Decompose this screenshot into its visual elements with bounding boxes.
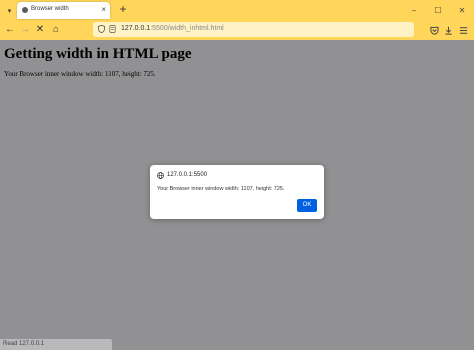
menu-icon[interactable] xyxy=(457,24,469,36)
new-tab-button[interactable]: + xyxy=(116,1,130,17)
alert-dialog: 127.0.0.1:5500 Your Browser inner window… xyxy=(150,165,324,219)
tab-title: Browser width xyxy=(31,6,69,12)
maximize-button[interactable]: ☐ xyxy=(426,0,450,21)
status-bar: Read 127.0.0.1 xyxy=(0,339,112,350)
stop-button[interactable]: ✕ xyxy=(33,22,47,38)
url-bar[interactable]: 127.0.0.1:5500/width_inhtml.html xyxy=(93,22,414,37)
download-icon[interactable] xyxy=(442,24,454,36)
page-info-icon[interactable] xyxy=(109,25,116,33)
dialog-message: Your Browser inner window width: 1107, h… xyxy=(157,186,285,192)
pocket-icon[interactable] xyxy=(428,24,440,36)
globe-icon xyxy=(157,172,164,179)
page-heading: Getting width in HTML page xyxy=(4,46,192,62)
ok-button[interactable]: OK xyxy=(297,199,317,212)
url-host: 127.0.0.1 xyxy=(121,25,151,32)
tab-browser-width[interactable]: Browser width × xyxy=(17,2,110,19)
tab-close-icon[interactable]: × xyxy=(101,5,106,15)
title-bar: ▾ Browser width × + – ☐ ✕ xyxy=(0,0,474,21)
url-text: 127.0.0.1:5500/width_inhtml.html xyxy=(121,25,224,32)
page-text: Your Browser inner window width: 1107, h… xyxy=(4,70,156,78)
close-window-button[interactable]: ✕ xyxy=(450,0,474,21)
url-path: :5500/width_inhtml.html xyxy=(150,25,224,32)
page-favicon-icon xyxy=(22,7,28,13)
shield-icon[interactable] xyxy=(98,25,105,33)
navigation-toolbar: ← → ✕ ⌂ 127.0.0.1:5500/width_inhtml.html xyxy=(0,21,474,40)
window-controls: – ☐ ✕ xyxy=(402,0,474,21)
dialog-origin: 127.0.0.1:5500 xyxy=(167,172,208,178)
home-button[interactable]: ⌂ xyxy=(49,22,63,38)
minimize-button[interactable]: – xyxy=(402,0,426,21)
back-button[interactable]: ← xyxy=(3,22,17,38)
status-text: Read 127.0.0.1 xyxy=(3,341,45,347)
forward-button[interactable]: → xyxy=(18,22,32,38)
tab-list-button[interactable]: ▾ xyxy=(3,4,16,17)
